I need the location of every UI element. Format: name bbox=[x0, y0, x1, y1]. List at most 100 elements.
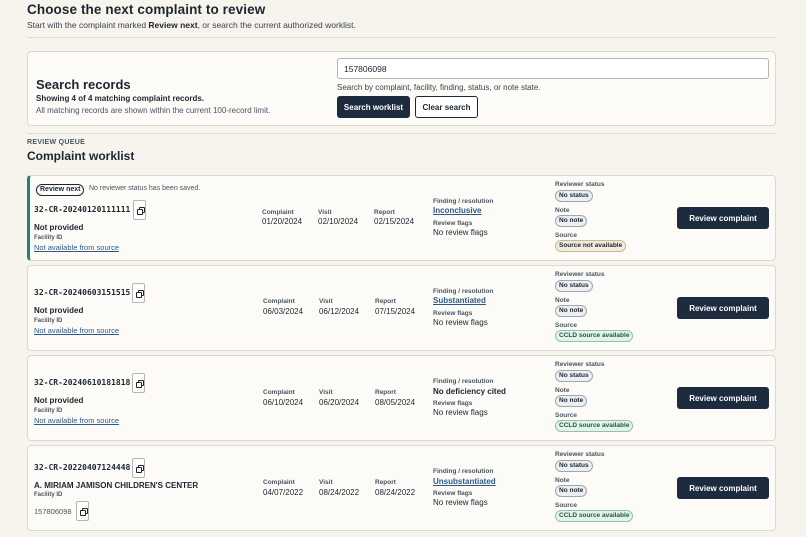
facility-name: Not provided bbox=[34, 306, 84, 315]
status-badge: No status bbox=[555, 190, 593, 202]
section-divider bbox=[27, 133, 776, 134]
search-result-count: Showing 4 of 4 matching complaint record… bbox=[36, 94, 205, 103]
search-input[interactable] bbox=[337, 58, 769, 79]
copy-complaint-id-button[interactable] bbox=[133, 200, 146, 220]
reviewer-status-label: Reviewer status bbox=[555, 271, 605, 278]
visit-date: 06/20/2024 bbox=[319, 398, 360, 407]
complaint-card: 32-CR-20240610181818 Not provided Facili… bbox=[27, 355, 776, 441]
visit-date-label: Visit bbox=[318, 209, 332, 216]
finding-label: Finding / resolution bbox=[433, 198, 494, 205]
copy-facility-id-button[interactable] bbox=[76, 501, 89, 521]
subtitle-text-end: , or search the current authorized workl… bbox=[197, 20, 356, 30]
subtitle-emphasis: Review next bbox=[148, 20, 198, 30]
copy-icon-front bbox=[80, 510, 86, 516]
copy-icon-front bbox=[136, 382, 142, 388]
facility-id-link[interactable]: Not available from source bbox=[34, 243, 119, 252]
facility-id-label: Facility ID bbox=[34, 492, 63, 498]
finding-link[interactable]: Unsubstantiated bbox=[433, 477, 496, 486]
source-badge: Source not available bbox=[555, 240, 627, 252]
report-date-label: Report bbox=[375, 479, 396, 486]
visit-date-label: Visit bbox=[319, 479, 333, 486]
copy-complaint-id-button[interactable] bbox=[132, 283, 145, 303]
facility-id-link[interactable]: Not available from source bbox=[34, 326, 119, 335]
complaint-date: 01/20/2024 bbox=[262, 217, 303, 226]
complaint-date: 06/10/2024 bbox=[263, 398, 304, 407]
complaint-id: 32-CR-20220407124448 bbox=[34, 463, 131, 472]
reviewer-status-label: Reviewer status bbox=[555, 361, 605, 368]
facility-id-label: Facility ID bbox=[34, 318, 63, 324]
note-badge: No note bbox=[555, 305, 588, 317]
search-worklist-button[interactable]: Search worklist bbox=[337, 96, 410, 118]
report-date: 02/15/2024 bbox=[374, 217, 415, 226]
complaint-date-label: Complaint bbox=[263, 298, 295, 305]
page-subtitle: Start with the complaint marked Review n… bbox=[27, 20, 356, 30]
complaint-date-label: Complaint bbox=[262, 209, 294, 216]
visit-date: 06/12/2024 bbox=[319, 307, 360, 316]
subtitle-text: Start with the complaint marked bbox=[27, 20, 149, 30]
copy-complaint-id-button[interactable] bbox=[132, 373, 145, 393]
review-complaint-button[interactable]: Review complaint bbox=[677, 207, 769, 229]
review-complaint-button[interactable]: Review complaint bbox=[677, 297, 769, 319]
note-label: Note bbox=[555, 207, 570, 214]
report-date-label: Report bbox=[374, 209, 395, 216]
visit-date-label: Visit bbox=[319, 389, 333, 396]
report-date: 08/05/2024 bbox=[375, 398, 416, 407]
note-badge: No note bbox=[555, 215, 588, 227]
complaint-date-label: Complaint bbox=[263, 389, 295, 396]
facility-name: Not provided bbox=[34, 223, 84, 232]
complaint-date: 06/03/2024 bbox=[263, 307, 304, 316]
review-flags-label: Review flags bbox=[433, 400, 473, 407]
facility-id-label: Facility ID bbox=[34, 235, 63, 241]
search-title: Search records bbox=[36, 77, 131, 92]
complaint-card: Review next No reviewer status has been … bbox=[27, 175, 776, 261]
facility-name: A. MIRIAM JAMISON CHILDREN'S CENTER bbox=[34, 481, 199, 490]
note-label: Note bbox=[555, 477, 570, 484]
status-badge: No status bbox=[555, 370, 593, 382]
copy-complaint-id-button[interactable] bbox=[132, 458, 145, 478]
note-badge: No note bbox=[555, 485, 588, 497]
status-badge: No status bbox=[555, 280, 593, 292]
copy-icon-front bbox=[136, 292, 142, 298]
report-date-label: Report bbox=[375, 389, 396, 396]
copy-icon-front bbox=[137, 209, 143, 215]
clear-search-button[interactable]: Clear search bbox=[415, 96, 478, 118]
source-label: Source bbox=[555, 502, 578, 509]
finding-link[interactable]: Inconclusive bbox=[433, 206, 481, 215]
facility-id-link[interactable]: Not available from source bbox=[34, 416, 119, 425]
copy-icon-front bbox=[136, 467, 142, 473]
source-badge: CCLD source available bbox=[555, 420, 634, 432]
search-panel: Search records Showing 4 of 4 matching c… bbox=[27, 51, 776, 126]
note-badge: No note bbox=[555, 395, 588, 407]
complaint-card: 32-CR-20240603151515 Not provided Facili… bbox=[27, 265, 776, 351]
source-label: Source bbox=[555, 322, 578, 329]
page-title: Choose the next complaint to review bbox=[27, 2, 266, 17]
finding-text: No deficiency cited bbox=[433, 387, 506, 396]
finding-link[interactable]: Substantiated bbox=[433, 296, 486, 305]
status-badge: No status bbox=[555, 460, 593, 472]
search-help-text: Search by complaint, facility, finding, … bbox=[337, 83, 541, 92]
review-flags: No review flags bbox=[433, 228, 488, 237]
note-label: Note bbox=[555, 297, 570, 304]
review-complaint-button[interactable]: Review complaint bbox=[677, 477, 769, 499]
complaint-id: 32-CR-20240610181818 bbox=[34, 378, 131, 387]
source-label: Source bbox=[555, 232, 578, 239]
visit-date: 08/24/2022 bbox=[319, 488, 360, 497]
finding-label: Finding / resolution bbox=[433, 468, 494, 475]
review-complaint-button[interactable]: Review complaint bbox=[677, 387, 769, 409]
visit-date-label: Visit bbox=[319, 298, 333, 305]
complaint-date-label: Complaint bbox=[263, 479, 295, 486]
review-flags-label: Review flags bbox=[433, 220, 473, 227]
review-flags: No review flags bbox=[433, 318, 488, 327]
review-next-badge: Review next bbox=[36, 184, 85, 196]
source-label: Source bbox=[555, 412, 578, 419]
source-badge: CCLD source available bbox=[555, 510, 634, 522]
reviewer-status-label: Reviewer status bbox=[555, 451, 605, 458]
complaint-card: 32-CR-20220407124448 A. MIRIAM JAMISON C… bbox=[27, 445, 776, 531]
facility-id-label: Facility ID bbox=[34, 408, 63, 414]
complaint-id: 32-CR-20240603151515 bbox=[34, 288, 131, 297]
note-label: Note bbox=[555, 387, 570, 394]
report-date-label: Report bbox=[375, 298, 396, 305]
search-limit-note: All matching records are shown within th… bbox=[36, 106, 271, 115]
visit-date: 02/10/2024 bbox=[318, 217, 359, 226]
report-date: 08/24/2022 bbox=[375, 488, 416, 497]
